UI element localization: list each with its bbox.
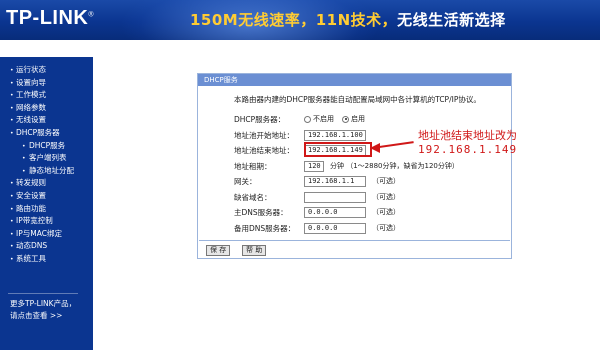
- dns1-input[interactable]: 0.0.0.0: [304, 206, 366, 218]
- header-banner: TP-LINK® 150M无线速率，11N技术，无线生活新选择: [0, 0, 600, 40]
- pool-end-label: 地址池结束地址：: [234, 145, 294, 155]
- sidebar-divider: [8, 293, 78, 294]
- sidebar-item-wireless[interactable]: • 无线设置: [0, 114, 93, 127]
- tp-link-logo: TP-LINK®: [6, 7, 95, 29]
- sidebar-menu: • 运行状态 • 设置向导 • 工作模式 • 网络参数 • 无线设置 • DHCP服务器 •…: [0, 57, 93, 350]
- gateway-row: 网关： 192.168.1.1 （可选）: [234, 175, 400, 187]
- sidebar-item-dhcp-server[interactable]: • DHCP服务器: [0, 127, 93, 140]
- sidebar-subitem-static-address[interactable]: • 静态地址分配: [0, 165, 93, 178]
- dhcp-server-label: DHCP服务器：: [234, 114, 286, 124]
- sidebar-item-status[interactable]: • 运行状态: [0, 64, 93, 77]
- bullet-icon: •: [22, 155, 26, 163]
- lease-input[interactable]: 120: [304, 160, 324, 172]
- dns1-label: 主DNS服务器：: [234, 207, 288, 217]
- dns1-row: 主DNS服务器： 0.0.0.0 （可选）: [234, 206, 400, 218]
- lease-label: 地址租期：: [234, 161, 272, 171]
- annotation-line1: 地址池结束地址改为: [418, 129, 517, 142]
- annotation-line2: 192.168.1.149: [418, 143, 518, 156]
- lease-row: 地址租期： 120 分钟 （1～2880分钟，缺省为120分钟）: [234, 160, 459, 172]
- annotation-text: 地址池结束地址改为 192.168.1.149: [418, 129, 517, 157]
- sidebar-item-forwarding[interactable]: • 转发规则: [0, 177, 93, 190]
- sidebar-item-routing[interactable]: • 路由功能: [0, 203, 93, 216]
- dhcp-settings-panel: DHCP服务 本路由器内建的DHCP服务器能自动配置局域网中各计算机的TCP/I…: [197, 73, 512, 259]
- more-products-line2[interactable]: 请点击查看 >>: [10, 310, 76, 322]
- panel-title: DHCP服务: [198, 74, 511, 86]
- gateway-label: 网关：: [234, 176, 257, 186]
- sidebar-item-network[interactable]: • 网络参数: [0, 102, 93, 115]
- sidebar-subitem-client-list[interactable]: • 客户端列表: [0, 152, 93, 165]
- save-button[interactable]: 保 存: [206, 245, 231, 256]
- domain-optional-hint: （可选）: [372, 193, 400, 201]
- sidebar-item-ip-mac-binding[interactable]: • IP与MAC绑定: [0, 228, 93, 241]
- sidebar-item-bandwidth[interactable]: • IP带宽控制: [0, 215, 93, 228]
- radio-disable[interactable]: [304, 115, 311, 123]
- gateway-input[interactable]: 192.168.1.1: [304, 175, 366, 187]
- sidebar-item-wizard[interactable]: • 设置向导: [0, 77, 93, 90]
- pool-start-input[interactable]: 192.168.1.100: [304, 129, 366, 141]
- radio-enable[interactable]: [342, 115, 349, 123]
- help-button[interactable]: 帮 助: [242, 245, 267, 256]
- dhcp-toggle-row: DHCP服务器： 不启用 启用: [234, 113, 373, 125]
- more-products-line1[interactable]: 更多TP-LINK产品，: [10, 298, 76, 310]
- gateway-optional-hint: （可选）: [372, 177, 400, 185]
- header-divider: [0, 40, 600, 46]
- radio-disable-label[interactable]: 不启用: [313, 114, 334, 124]
- dns2-optional-hint: （可选）: [372, 224, 400, 232]
- sidebar-item-ddns[interactable]: • 动态DNS: [0, 240, 93, 253]
- domain-row: 缺省域名： （可选）: [234, 191, 400, 203]
- sidebar-subitem-dhcp-service[interactable]: • DHCP服务: [0, 140, 93, 153]
- dns2-row: 备用DNS服务器： 0.0.0.0 （可选）: [234, 222, 400, 234]
- pool-start-row: 地址池开始地址： 192.168.1.100: [234, 129, 366, 141]
- dns2-input[interactable]: 0.0.0.0: [304, 222, 366, 234]
- sidebar-item-security[interactable]: • 安全设置: [0, 190, 93, 203]
- domain-label: 缺省域名：: [234, 192, 272, 202]
- sidebar-item-system-tools[interactable]: • 系统工具: [0, 253, 93, 266]
- annotation-arrow-icon: [370, 143, 380, 153]
- sidebar-item-work-mode[interactable]: • 工作模式: [0, 89, 93, 102]
- panel-divider: [199, 240, 510, 241]
- more-products-link[interactable]: 更多TP-LINK产品， 请点击查看 >>: [10, 298, 76, 322]
- dns1-optional-hint: （可选）: [372, 208, 400, 216]
- banner-slogan: 150M无线速率，11N技术，无线生活新选择: [190, 11, 506, 29]
- panel-description: 本路由器内建的DHCP服务器能自动配置局域网中各计算机的TCP/IP协议。: [234, 95, 481, 104]
- pool-end-highlight: [304, 142, 372, 157]
- pool-start-label: 地址池开始地址：: [234, 130, 294, 140]
- radio-enable-label[interactable]: 启用: [351, 114, 365, 124]
- dns2-label: 备用DNS服务器：: [234, 223, 296, 233]
- domain-input[interactable]: [304, 191, 366, 203]
- lease-hint: 分钟 （1～2880分钟，缺省为120分钟）: [330, 162, 459, 170]
